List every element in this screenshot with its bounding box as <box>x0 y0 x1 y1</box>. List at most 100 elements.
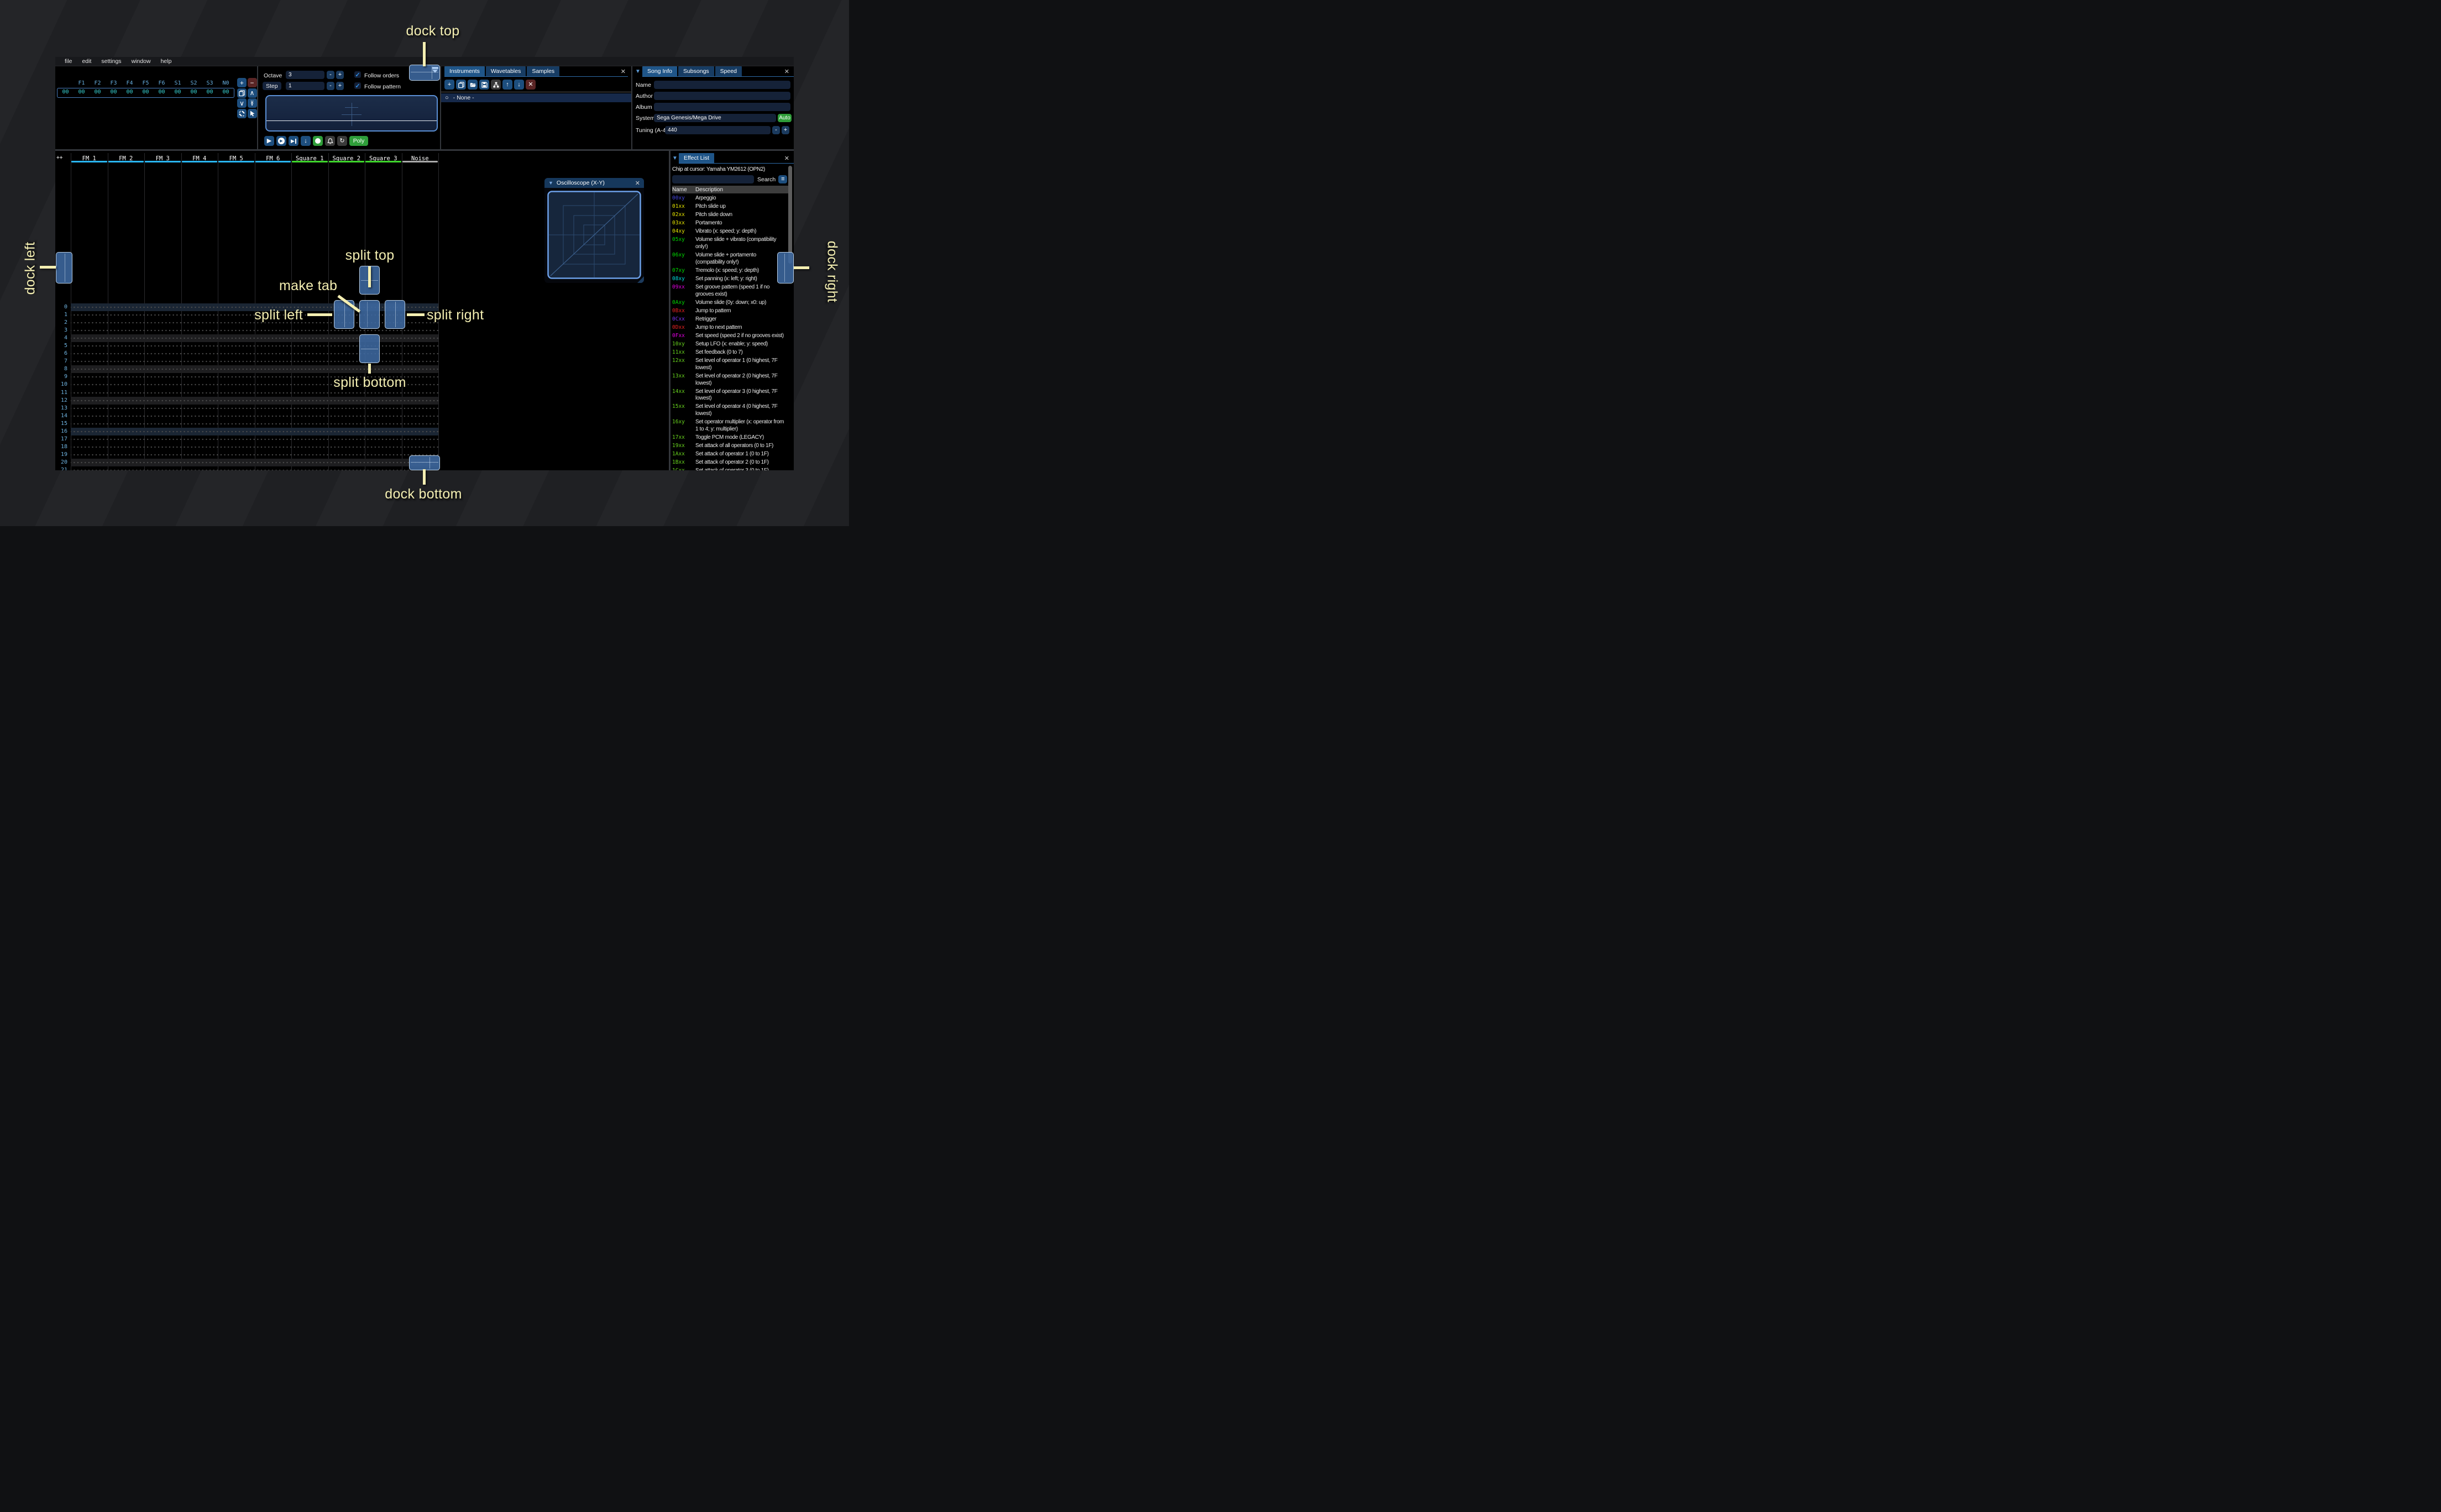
remove-order-button[interactable]: − <box>247 78 257 87</box>
effect-search-input[interactable] <box>672 175 754 183</box>
effect-row[interactable]: 1Bxx Set attack of operator 2 (0 to 1F) <box>672 459 794 467</box>
pattern-row[interactable]: 8 <box>55 365 442 374</box>
pattern-row[interactable]: 20 <box>55 458 442 466</box>
effect-row[interactable]: 0Bxx Jump to pattern <box>672 307 794 316</box>
effect-row[interactable]: 12xx Set level of operator 1 (0 highest,… <box>672 357 794 372</box>
pattern-row[interactable]: 12 <box>55 396 442 405</box>
effect-row[interactable]: 02xx Pitch slide down <box>672 211 794 219</box>
duplicate-instrument-icon[interactable] <box>456 80 466 90</box>
tab-wavetables[interactable]: Wavetables <box>485 66 526 76</box>
tab-speed[interactable]: Speed <box>715 66 742 76</box>
split-bottom-target[interactable] <box>359 334 380 363</box>
effect-row[interactable]: 19xx Set attack of all operators (0 to 1… <box>672 442 794 450</box>
follow-pattern-checkbox[interactable]: ✓ <box>354 82 361 90</box>
menu-item[interactable]: edit <box>77 58 96 65</box>
effect-row[interactable]: 08xy Set panning (x: left; y: right) <box>672 275 794 284</box>
instrument-up-icon[interactable]: ↑ <box>502 80 512 90</box>
instrument-down-icon[interactable]: ↓ <box>514 80 524 90</box>
instrument-list-item-none[interactable]: ○ - None - <box>441 93 631 102</box>
oscilloscope-xy-window[interactable]: ▼ Oscilloscope (X-Y) ✕ <box>544 178 644 283</box>
album-field[interactable] <box>654 103 790 111</box>
system-field[interactable] <box>654 114 776 122</box>
channel-header-cell[interactable]: Square 3 <box>365 153 402 162</box>
collapse-icon[interactable]: ▼ <box>672 155 678 161</box>
metronome-bell-icon[interactable] <box>325 136 335 146</box>
row-cells[interactable] <box>71 443 438 451</box>
pattern-row[interactable]: 5 <box>55 342 442 350</box>
make-tab-target[interactable] <box>359 300 380 329</box>
order-pattern-value[interactable]: 00 <box>186 89 202 95</box>
collapse-icon[interactable]: ▼ <box>635 69 641 75</box>
effect-row[interactable]: 1Axx Set attack of operator 1 (0 to 1F) <box>672 450 794 459</box>
oscilloscope-title-bar[interactable]: ▼ Oscilloscope (X-Y) ✕ <box>544 178 644 188</box>
effect-row[interactable]: 01xx Pitch slide up <box>672 203 794 211</box>
row-cells[interactable] <box>71 358 438 366</box>
step-row-icon[interactable]: ▶ <box>289 136 298 146</box>
pattern-row[interactable]: 13 <box>55 404 442 412</box>
scrollbar-thumb[interactable] <box>788 166 792 264</box>
tab-effect-list[interactable]: Effect List <box>679 153 714 163</box>
expand-channels-button[interactable]: ++ <box>56 155 62 161</box>
pattern-row[interactable]: 7 <box>55 358 442 366</box>
channel-header-cell[interactable]: FM 6 <box>255 153 292 162</box>
tab-instruments[interactable]: Instruments <box>444 66 485 76</box>
row-cells[interactable] <box>71 350 438 358</box>
add-instrument-button[interactable]: + <box>444 80 454 90</box>
channel-header-cell[interactable]: Noise <box>402 153 439 162</box>
step-input[interactable] <box>286 82 324 90</box>
orders-row[interactable]: 00 00 00 00 00 00 00 00 00 00 00 <box>57 89 234 95</box>
effect-row[interactable]: 17xx Toggle PCM mode (LEGACY) <box>672 434 794 442</box>
effect-row[interactable]: 07xy Tremolo (x: speed; y: depth) <box>672 267 794 275</box>
effect-row[interactable]: 10xy Setup LFO (x: enable; y: speed) <box>672 340 794 349</box>
pattern-row[interactable]: 14 <box>55 412 442 420</box>
menu-item[interactable]: window <box>127 58 156 65</box>
cursor-down-icon[interactable]: ↓ <box>301 136 311 146</box>
duplicate-order-button[interactable] <box>237 88 247 98</box>
dock-right-target[interactable] <box>777 252 794 284</box>
pattern-row[interactable]: 16 <box>55 427 442 435</box>
step-button[interactable]: Step <box>263 82 281 90</box>
effect-row[interactable]: 0Fxx Set speed (speed 2 if no grooves ex… <box>672 332 794 340</box>
order-pattern-value[interactable]: 00 <box>202 89 218 95</box>
resize-grip[interactable] <box>637 276 644 283</box>
save-instrument-icon[interactable] <box>479 80 489 90</box>
open-instrument-icon[interactable] <box>468 80 478 90</box>
tab-subsongs[interactable]: Subsongs <box>678 66 714 76</box>
effect-row[interactable]: 03xx Portamento <box>672 219 794 228</box>
pattern-row[interactable]: 19 <box>55 450 442 459</box>
row-cells[interactable] <box>71 427 438 435</box>
effect-row[interactable]: 15xx Set level of operator 4 (0 highest,… <box>672 403 794 418</box>
channel-header-cell[interactable]: FM 2 <box>108 153 145 162</box>
row-cells[interactable] <box>71 327 438 335</box>
auto-system-button[interactable]: Auto <box>778 114 792 122</box>
channel-header-cell[interactable]: FM 5 <box>218 153 255 162</box>
effect-row[interactable]: 0Dxx Jump to next pattern <box>672 324 794 332</box>
row-cells[interactable] <box>71 365 438 374</box>
author-field[interactable] <box>654 92 790 100</box>
effect-row[interactable]: 0Cxx Retrigger <box>672 316 794 324</box>
effect-list-menu-icon[interactable]: ≡ <box>778 175 788 183</box>
order-pattern-value[interactable]: 00 <box>90 89 106 95</box>
follow-orders-checkbox[interactable]: ✓ <box>354 71 361 78</box>
row-cells[interactable] <box>71 450 438 459</box>
dock-top-target[interactable] <box>409 65 440 81</box>
order-pattern-value[interactable]: 00 <box>122 89 138 95</box>
order-up-button[interactable]: ∧ <box>247 88 257 98</box>
dock-bottom-target[interactable] <box>409 455 440 470</box>
pattern-row[interactable]: 4 <box>55 334 442 343</box>
panel-divider[interactable] <box>55 149 794 151</box>
order-pattern-value[interactable]: 00 <box>154 89 170 95</box>
effect-row[interactable]: 06xy Volume slide + portamento (compatib… <box>672 251 794 267</box>
row-cells[interactable] <box>71 458 438 466</box>
effect-row[interactable]: 00xy Arpeggio <box>672 195 794 203</box>
order-pattern-value[interactable]: 00 <box>218 89 234 95</box>
pattern-row[interactable]: 21 <box>55 466 442 470</box>
play-pattern-icon[interactable]: ▶ <box>276 136 286 146</box>
row-cells[interactable] <box>71 412 438 420</box>
order-pattern-value[interactable]: 00 <box>138 89 154 95</box>
effect-row[interactable]: 09xx Set groove pattern (speed 1 if no g… <box>672 284 794 299</box>
order-down-button[interactable]: ∨ <box>237 98 247 108</box>
order-pattern-value[interactable]: 00 <box>106 89 122 95</box>
octave-increase-button[interactable]: + <box>336 71 344 79</box>
order-pattern-value[interactable]: 00 <box>74 89 90 95</box>
